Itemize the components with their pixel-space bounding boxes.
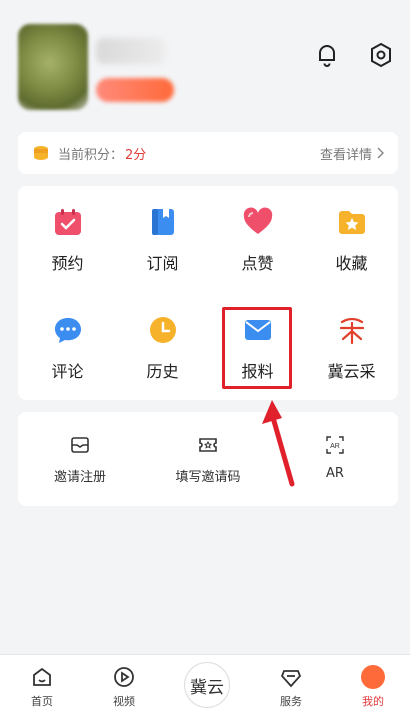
bell-icon[interactable]: [314, 42, 340, 68]
grid-item-jiyuncai[interactable]: 冀云采: [304, 294, 399, 384]
grid-label: 评论: [51, 362, 84, 381]
grid-item-like[interactable]: 点赞: [210, 186, 305, 276]
service-icon: [279, 665, 303, 689]
grid-label: 订阅: [146, 254, 179, 273]
profile-header: [0, 0, 410, 130]
nav-me[interactable]: 我的: [343, 655, 403, 716]
invite-ar[interactable]: AR AR: [310, 412, 360, 506]
grid-label: 预约: [51, 254, 84, 273]
highlight-box: [222, 307, 292, 389]
bookmark-book-icon: [147, 206, 179, 238]
red-arrow-annotation: [262, 400, 295, 487]
feature-grid: 预约 订阅 点赞 收藏 评论 历史 报料 冀云采: [18, 186, 398, 400]
grid-item-booking[interactable]: 预约: [20, 186, 115, 276]
invite-label: 填写邀请码: [175, 470, 241, 485]
grid-item-subscribe[interactable]: 订阅: [115, 186, 210, 276]
chevron-right-icon: [377, 147, 384, 159]
home-icon: [30, 665, 54, 689]
grid-item-history[interactable]: 历史: [115, 294, 210, 384]
invite-label: 邀请注册: [53, 470, 106, 485]
me-icon: [361, 665, 385, 689]
username-blurred: [96, 38, 166, 64]
invite-code[interactable]: 填写邀请码: [158, 412, 258, 506]
settings-hex-icon[interactable]: [368, 42, 394, 68]
jiyuncai-logo-icon: [336, 314, 368, 346]
grid-label: 点赞: [241, 254, 274, 273]
points-label: 当前积分：: [58, 147, 124, 163]
points-detail-link[interactable]: 查看详情: [320, 144, 384, 163]
grid-item-favorite[interactable]: 收藏: [304, 186, 399, 276]
grid-label: 收藏: [335, 254, 368, 273]
grid-label: 冀云采: [327, 362, 376, 381]
chat-bubble-icon: [52, 314, 84, 346]
play-icon: [112, 665, 136, 689]
envelope-outline-icon: [69, 434, 91, 456]
star-folder-icon: [336, 206, 368, 238]
nav-center-logo[interactable]: 冀云: [184, 662, 230, 708]
invite-register[interactable]: 邀请注册: [40, 412, 120, 506]
nav-label: 我的: [362, 695, 384, 708]
avatar[interactable]: [18, 24, 88, 110]
coin-stack-icon: [34, 146, 48, 160]
svg-text:AR: AR: [330, 443, 340, 450]
user-badge-blurred[interactable]: [96, 78, 174, 102]
grid-item-comment[interactable]: 评论: [20, 294, 115, 384]
ar-scan-icon: AR: [324, 434, 346, 456]
invite-label: AR: [326, 466, 344, 481]
points-detail-label: 查看详情: [319, 147, 372, 163]
nav-label: 视频: [113, 695, 135, 708]
nav-label: 服务: [280, 695, 302, 708]
nav-home[interactable]: 首页: [12, 655, 72, 716]
ticket-icon: [197, 434, 219, 456]
calendar-icon: [52, 206, 84, 238]
nav-video[interactable]: 视频: [94, 655, 154, 716]
jiyun-logo: 冀云: [190, 677, 224, 698]
points-bar[interactable]: 当前积分： 2分 查看详情: [18, 132, 398, 174]
invite-card: 邀请注册 填写邀请码 AR AR: [18, 412, 398, 506]
grid-label: 历史: [146, 362, 179, 381]
clock-icon: [147, 314, 179, 346]
heart-icon: [242, 206, 274, 238]
points-value: 2分: [125, 147, 147, 163]
nav-label: 首页: [31, 695, 53, 708]
nav-service[interactable]: 服务: [261, 655, 321, 716]
